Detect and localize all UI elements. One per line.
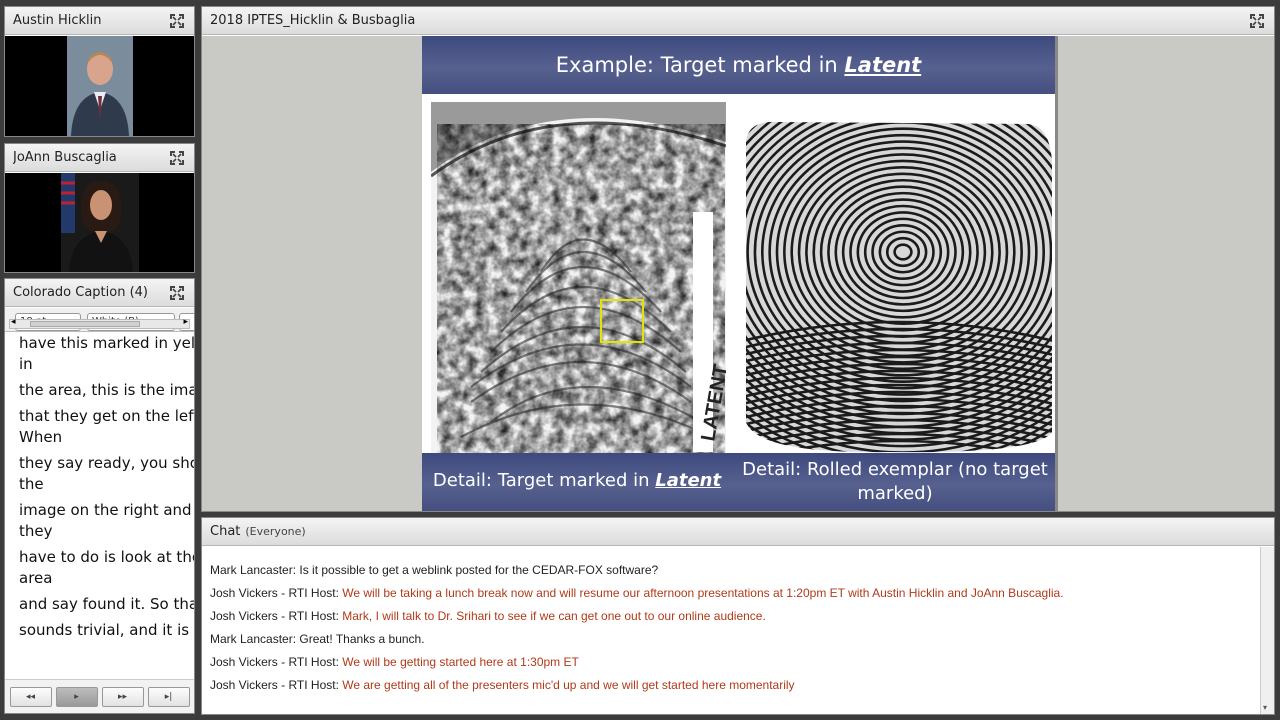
caption-text: have this marked in yello in the area, thi… [5,336,194,677]
caption-toolbar: 18 pt White (B) ◂ ▸ [5,308,194,332]
chat-sender: Mark Lancaster: [210,632,300,646]
chat-sender: Josh Vickers - RTI Host: [210,655,343,669]
chat-sender: Josh Vickers - RTI Host: [210,678,343,692]
video-pod-hicklin: Austin Hicklin [4,6,195,137]
scroll-thumb[interactable] [30,321,140,327]
scroll-down-icon[interactable]: ▾ [1263,703,1267,712]
chat-text: Mark, I will talk to Dr. Srihari to see … [342,609,766,623]
left-caption-text: Detail: Target marked in [432,470,656,491]
video-pod-buscaglia: JoAnn Buscaglia [4,143,195,273]
rewind-button[interactable]: ◂◂ [9,686,52,707]
chat-pod: Chat (Everyone) Mark Lancaster: Is it pos… [201,517,1275,715]
caption-line: the area, this is the imag [19,380,194,401]
share-pod: 2018 IPTES_Hicklin & Busbaglia Example: … [201,6,1275,512]
chat-text: We will be taking a lunch break now and … [342,586,1064,600]
chat-sender: Josh Vickers - RTI Host: [210,609,343,623]
caption-line: they say ready, you show the [19,453,194,495]
chat-messages: Mark Lancaster: Is it possible to get a … [202,547,1260,714]
chat-message: Mark Lancaster: Is it possible to get a … [210,559,1260,582]
caption-line-text: they say ready, you show [19,454,194,472]
pod-title: Chat (Everyone) [210,524,1266,539]
pod-title: Austin Hicklin [13,13,102,28]
fullscreen-icon[interactable] [168,12,186,30]
chat-scrollbar[interactable]: ▾ [1260,547,1274,714]
caption-line: image on the right and a they [19,500,194,542]
caption-line-text: image on the right and a [19,501,194,519]
webcam-image [66,36,133,136]
pod-title: 2018 IPTES_Hicklin & Busbaglia [210,13,416,28]
caption-line: that they get on the left. When [19,406,194,448]
pod-header: Austin Hicklin [5,7,194,35]
caption-line-text: have to do is look at the [19,548,194,566]
rolled-exemplar-image [738,102,1054,454]
pod-header: JoAnn Buscaglia [5,144,194,172]
caption-line: have to do is look at the area [19,547,194,589]
webcam-image [60,173,139,272]
slide: Example: Target marked in Latent LATENT … [422,36,1058,511]
slide-caption-band: Detail: Target marked in Latent Detail: … [422,453,1055,511]
chat-sender: Josh Vickers - RTI Host: [210,586,343,600]
chat-sender: Mark Lancaster: [210,563,300,577]
play-button[interactable]: ▸ [55,686,98,707]
chat-audience: (Everyone) [245,525,306,538]
caption-line-text: When [19,428,63,446]
caption-line: and say found it. So that [19,594,194,615]
forward-button[interactable]: ▸▸ [101,686,144,707]
slide-title-text: Example: Target marked in [555,53,845,77]
chat-text: We will be getting started here at 1:30p… [342,655,579,669]
video-feed [5,173,194,272]
end-button[interactable]: ▸| [147,686,190,707]
pod-title: JoAnn Buscaglia [13,150,117,165]
caption-line-text: sounds trivial, and it is a [19,621,194,639]
caption-line-text: have this marked in yello [19,336,194,352]
scroll-right-icon[interactable]: ▸ [183,317,188,327]
fullscreen-icon[interactable] [1248,12,1266,30]
caption-line-text: the area, this is the imag [19,381,194,399]
pod-title: Colorado Caption (4) [13,285,148,300]
pod-header: Chat (Everyone) [202,518,1274,546]
caption-line-text: they [19,522,53,540]
chat-message: Josh Vickers - RTI Host: We will be gett… [210,651,1260,674]
slide-title: Example: Target marked in Latent [422,36,1055,94]
scroll-left-icon[interactable]: ◂ [11,317,16,327]
chat-text: We are getting all of the presenters mic… [342,678,795,692]
caption-nav: ◂◂ ▸ ▸▸ ▸| [5,679,194,713]
chat-text: Is it possible to get a weblink posted f… [299,563,659,577]
right-caption: Detail: Rolled exemplar (no target marke… [742,459,1048,504]
left-caption: Detail: Target marked in Latent [432,470,722,491]
video-feed [5,36,194,136]
chat-text: Great! Thanks a bunch. [299,632,425,646]
chat-message: Josh Vickers - RTI Host: We are getting … [210,674,1260,697]
slide-title-emphasis: Latent [844,53,922,77]
caption-line-text: that they get on the left. [19,407,194,425]
caption-line-text: in [19,355,33,373]
chat-message: Josh Vickers - RTI Host: We will be taki… [210,582,1260,605]
caption-line-text: and say found it. So that [19,595,194,613]
chat-message: Josh Vickers - RTI Host: Mark, I will ta… [210,605,1260,628]
caption-line-text: the [19,475,44,493]
pod-header: 2018 IPTES_Hicklin & Busbaglia [202,7,1274,35]
fullscreen-icon[interactable] [168,149,186,167]
fullscreen-icon[interactable] [168,284,186,302]
chat-message: Mark Lancaster: Great! Thanks a bunch. [210,628,1260,651]
latent-print-image: LATENT [431,102,726,454]
share-area: Example: Target marked in Latent LATENT … [202,36,1274,511]
chat-title: Chat [210,524,241,539]
toolbar-scrollbar[interactable]: ◂ ▸ [9,317,190,329]
caption-pod: Colorado Caption (4) 18 pt White (B) ◂ ▸… [4,278,195,714]
left-caption-emphasis: Latent [655,470,722,491]
caption-line-text: area [19,569,53,587]
caption-line: sounds trivial, and it is a [19,620,194,641]
caption-line: have this marked in yello in [19,336,194,375]
pod-header: Colorado Caption (4) [5,279,194,307]
